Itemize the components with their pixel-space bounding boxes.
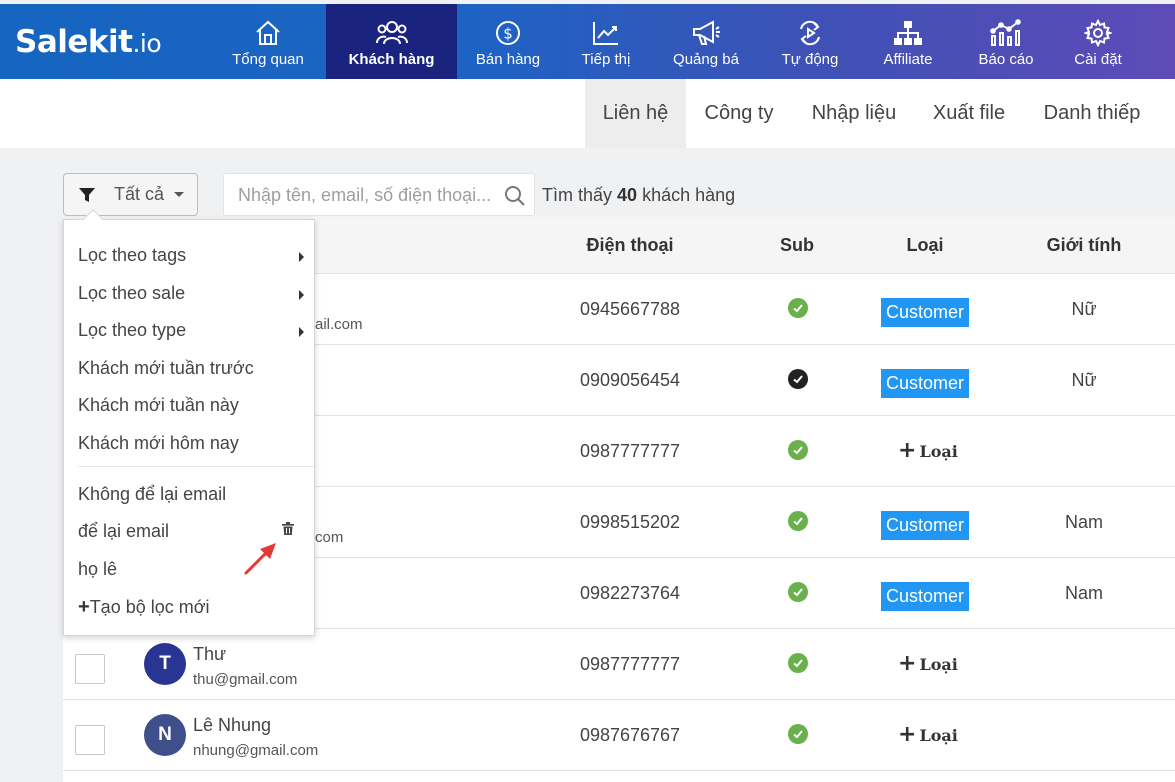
gear-icon (1084, 18, 1112, 48)
menu-item-new-last-week[interactable]: Khách mới tuần trước (78, 358, 254, 379)
add-type-button[interactable]: + Loại (898, 440, 958, 462)
contact-name[interactable]: Thư (193, 644, 226, 665)
row-checkbox[interactable] (75, 725, 105, 755)
chart-line-icon (592, 18, 620, 48)
search-icon[interactable] (504, 185, 526, 207)
avatar: N (144, 714, 186, 756)
table-row[interactable]: T Thư thu@gmail.com 0987777777 + Loại (63, 629, 1175, 700)
svg-text:$: $ (503, 25, 513, 43)
subscribed-check-icon (788, 440, 808, 460)
nav-item-ban-hang[interactable]: $ Bán hàng (472, 4, 544, 79)
megaphone-icon (691, 18, 721, 48)
annotation-arrow-icon (244, 543, 276, 575)
filter-label: Tất cả (114, 184, 165, 204)
subscribed-check-icon (788, 724, 808, 744)
plus-icon: + (898, 722, 917, 747)
report-chart-icon (990, 18, 1022, 48)
phone-cell: 0987777777 (579, 654, 681, 674)
subscribed-check-icon (788, 298, 808, 318)
type-badge[interactable]: Customer (881, 298, 969, 327)
contact-email: nhung@gmail.com (193, 742, 319, 759)
sub-navbar: Liên hệ Công ty Nhập liệu Xuất file Danh… (0, 79, 1175, 148)
tab-danh-thiep[interactable]: Danh thiếp (1030, 79, 1154, 148)
phone-cell: 0987777777 (579, 441, 681, 461)
type-badge[interactable]: Customer (881, 511, 969, 540)
create-filter-button[interactable]: +Tạo bộ lọc mới (78, 596, 210, 619)
menu-item-new-this-week[interactable]: Khách mới tuần này (78, 395, 239, 416)
subscribed-check-icon (788, 582, 808, 602)
table-row[interactable]: N Lê Nhung nhung@gmail.com 0987676767 + L… (63, 700, 1175, 771)
trash-icon[interactable] (282, 522, 294, 535)
filter-icon (79, 187, 95, 202)
gender-cell: Nữ (1071, 299, 1097, 319)
result-count: Tìm thấy 40 khách hàng (542, 185, 736, 205)
contact-email: com (315, 529, 344, 546)
tab-cong-ty[interactable]: Công ty (690, 79, 788, 148)
menu-item-filter-sale[interactable]: Lọc theo sale (78, 283, 310, 304)
caret-down-icon (174, 192, 185, 197)
add-type-button[interactable]: + Loại (898, 724, 958, 746)
caret-right-icon (299, 252, 304, 262)
dollar-icon: $ (494, 18, 522, 48)
saved-filter-ho-le[interactable]: họ lê (78, 559, 117, 580)
caret-right-icon (299, 327, 304, 337)
phone-cell: 0998515202 (579, 512, 681, 532)
tab-lien-he[interactable]: Liên hệ (585, 79, 686, 148)
users-icon (375, 18, 409, 48)
menu-divider (78, 466, 314, 467)
column-header-sub[interactable]: Sub (780, 235, 814, 256)
gender-cell: Nam (1064, 583, 1104, 603)
menu-item-filter-tags[interactable]: Lọc theo tags (78, 245, 310, 266)
column-header-phone[interactable]: Điện thoại (586, 235, 673, 256)
add-type-button[interactable]: + Loại (898, 653, 958, 675)
filter-dropdown-button[interactable]: Tất cả (63, 173, 198, 216)
automation-icon (796, 18, 824, 48)
column-header-type[interactable]: Loại (906, 235, 943, 256)
subscribed-check-icon (788, 369, 808, 389)
nav-item-quang-ba[interactable]: Quảng bá (668, 4, 744, 79)
home-icon (254, 18, 282, 48)
nav-item-tiep-thi[interactable]: Tiếp thị (572, 4, 640, 79)
plus-icon: + (78, 596, 90, 618)
phone-cell: 0909056454 (579, 370, 681, 390)
avatar: T (144, 643, 186, 685)
saved-filter-has-email[interactable]: để lại email (78, 521, 169, 542)
tab-xuat-file[interactable]: Xuất file (920, 79, 1018, 148)
plus-icon: + (898, 438, 917, 463)
nav-item-tong-quan[interactable]: Tổng quan (228, 4, 308, 79)
brand-logo[interactable]: Salekit.io (15, 24, 162, 60)
nav-item-bao-cao[interactable]: Báo cáo (976, 4, 1036, 79)
contact-email: thu@gmail.com (193, 671, 298, 688)
tab-nhap-lieu[interactable]: Nhập liệu (800, 79, 908, 148)
top-navbar: Salekit.io Tổng quan Khách hàng $ Bán hà… (0, 4, 1175, 79)
gender-cell: Nữ (1071, 370, 1097, 390)
menu-item-filter-type[interactable]: Lọc theo type (78, 320, 310, 341)
plus-icon: + (898, 651, 917, 676)
caret-right-icon (299, 290, 304, 300)
subscribed-check-icon (788, 653, 808, 673)
sitemap-icon (892, 18, 924, 48)
nav-item-tu-dong[interactable]: Tự động (778, 4, 842, 79)
column-header-gender[interactable]: Giới tính (1047, 235, 1122, 256)
phone-cell: 0945667788 (579, 299, 681, 319)
subscribed-check-icon (788, 511, 808, 531)
nav-item-khach-hang[interactable]: Khách hàng (326, 4, 457, 79)
contact-email: ail.com (315, 316, 363, 333)
search-box (223, 173, 535, 216)
gender-cell: Nam (1064, 512, 1104, 532)
row-checkbox[interactable] (75, 654, 105, 684)
type-badge[interactable]: Customer (881, 582, 969, 611)
nav-item-cai-dat[interactable]: Cài đặt (1070, 4, 1126, 79)
menu-item-new-today[interactable]: Khách mới hôm nay (78, 433, 239, 454)
contact-name[interactable]: Lê Nhung (193, 715, 271, 736)
saved-filter-no-email[interactable]: Không để lại email (78, 484, 226, 505)
search-input[interactable] (238, 184, 493, 206)
phone-cell: 0982273764 (579, 583, 681, 603)
nav-item-affiliate[interactable]: Affiliate (878, 4, 938, 79)
type-badge[interactable]: Customer (881, 369, 969, 398)
phone-cell: 0987676767 (579, 725, 681, 745)
